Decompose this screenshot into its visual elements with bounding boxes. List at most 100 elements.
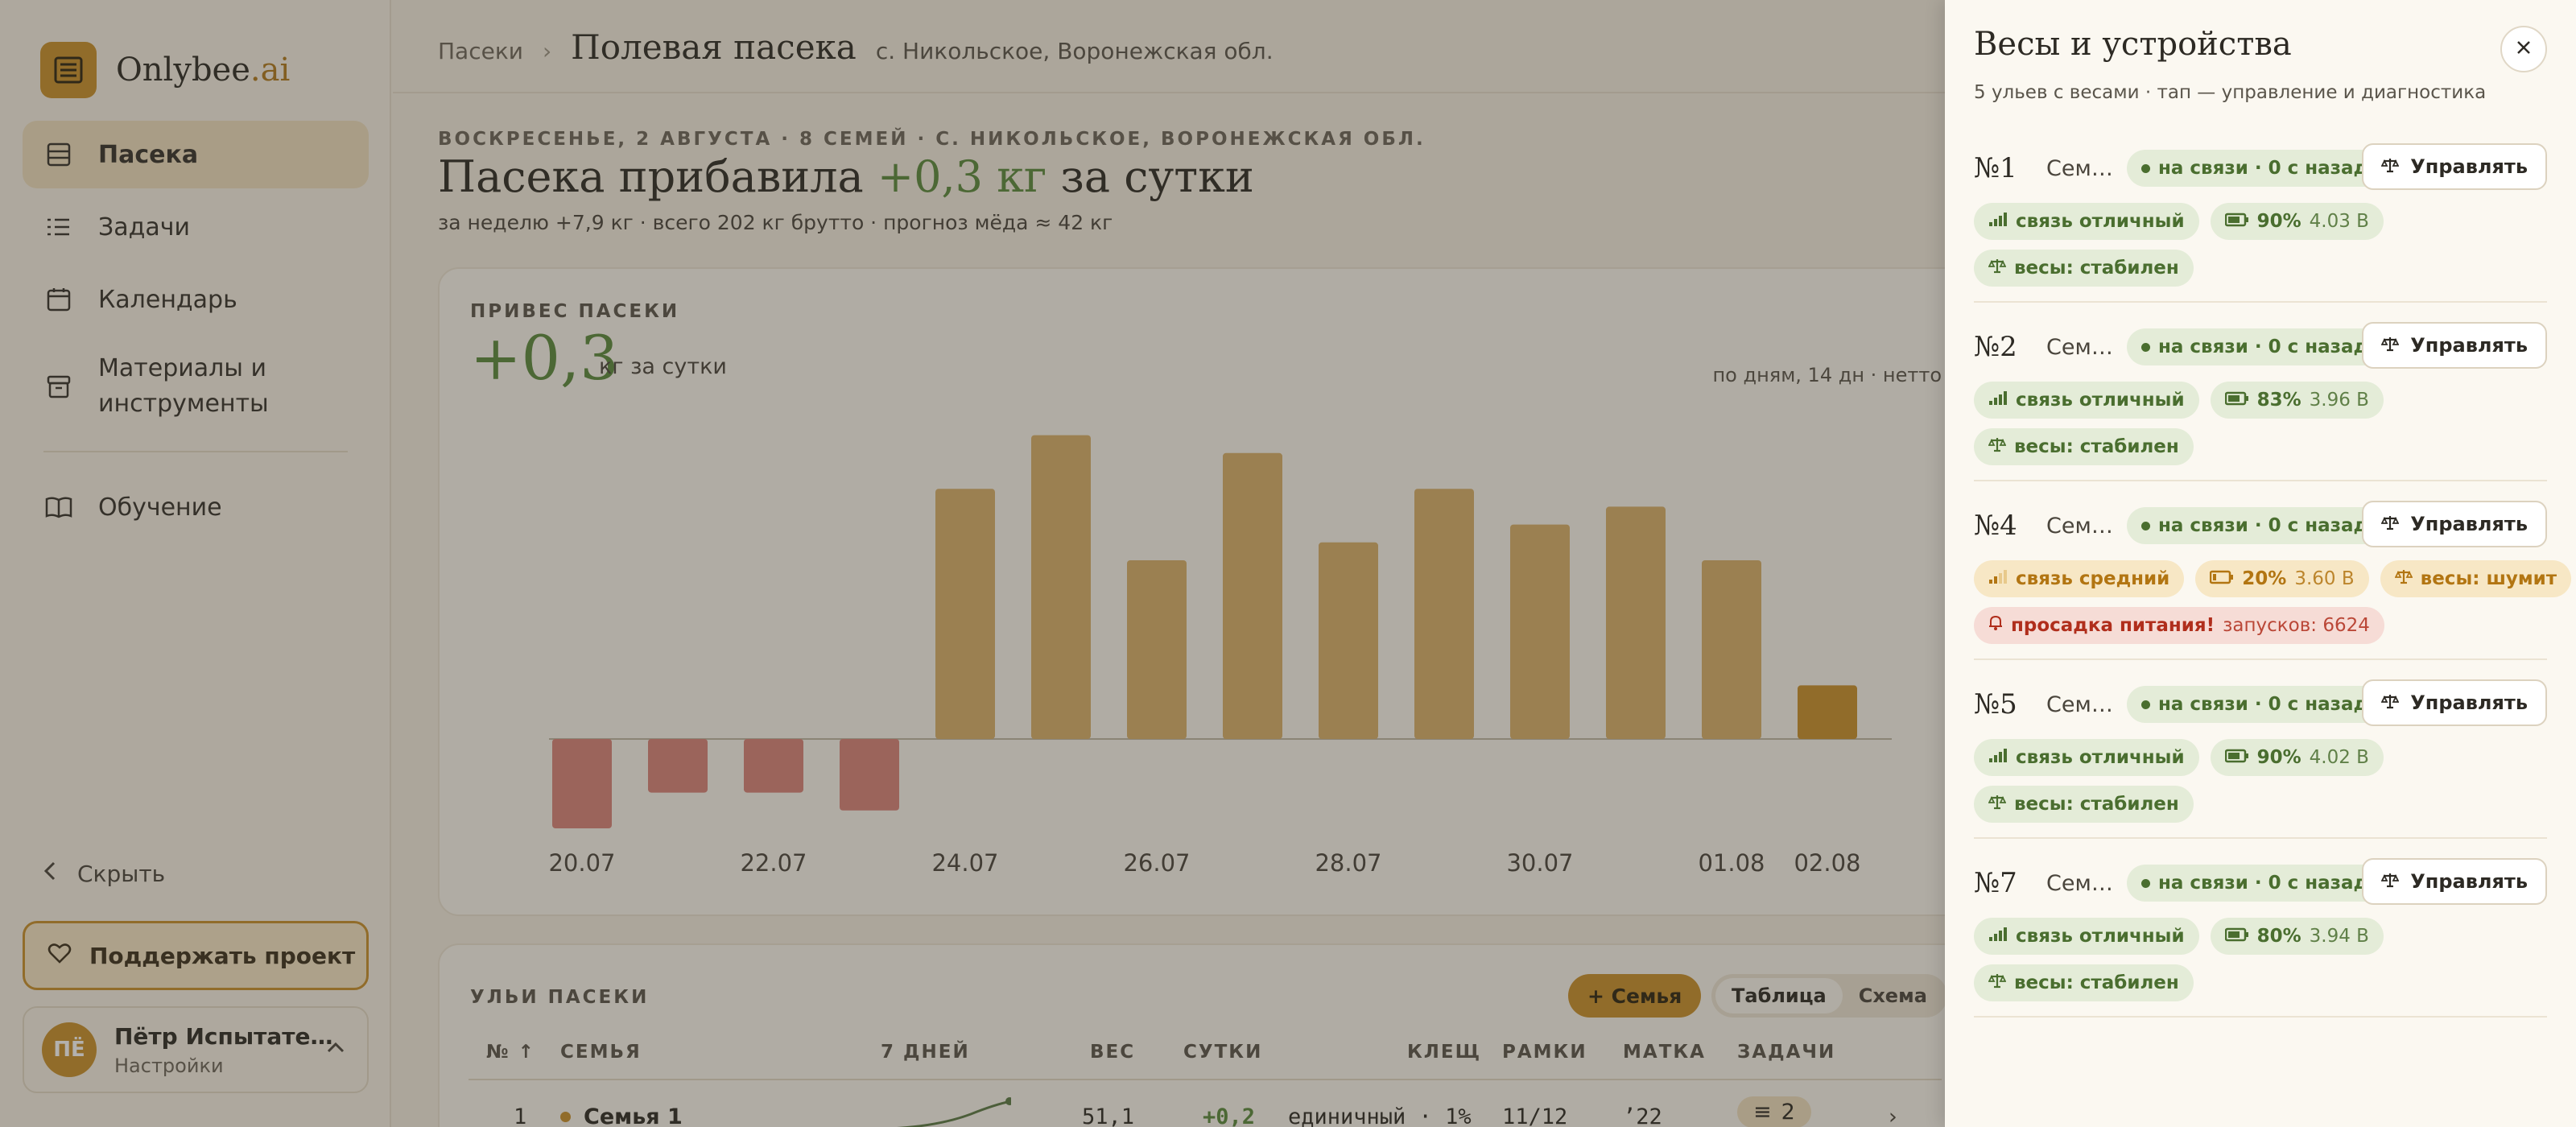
scale-state-badge: весы: стабилен <box>1974 428 2194 465</box>
signal-text: связь отличный <box>2016 747 2185 768</box>
online-dot-icon <box>2141 878 2150 888</box>
signal-text: связь отличный <box>2016 390 2185 411</box>
panel-title: Весы и устройства <box>1974 26 2292 63</box>
online-dot-icon <box>2141 700 2150 709</box>
device-family: Сем… <box>2046 691 2113 717</box>
device-family: Сем… <box>2046 513 2113 539</box>
device-status-text: на связи · 0 с назад <box>2158 158 2369 179</box>
scale-icon <box>1988 794 2007 815</box>
signal-icon <box>1988 211 2008 232</box>
manage-label: Управлять <box>2410 870 2528 893</box>
battery-badge: 90% 4.02 В <box>2210 739 2384 776</box>
scale-icon <box>2380 334 2400 357</box>
scale-icon <box>2380 155 2400 178</box>
battery-badge: 80% 3.94 В <box>2210 918 2384 955</box>
signal-badge: связь отличный <box>1974 203 2199 240</box>
signal-badge: связь отличный <box>1974 739 2199 776</box>
scale-state-text: весы: стабилен <box>2014 794 2179 815</box>
manage-device-button[interactable]: Управлять <box>2362 858 2547 905</box>
signal-text: связь средний <box>2016 568 2170 589</box>
signal-badge: связь средний <box>1974 560 2185 597</box>
signal-icon <box>1988 568 2008 589</box>
battery-icon <box>2210 568 2234 589</box>
device-card[interactable]: №5 Сем… на связи · 0 с назад Управлять с… <box>1974 675 2547 839</box>
online-dot-icon <box>2141 163 2150 173</box>
battery-percent: 90% <box>2256 211 2301 232</box>
online-dot-icon <box>2141 521 2150 530</box>
signal-badge: связь отличный <box>1974 918 2199 955</box>
manage-device-button[interactable]: Управлять <box>2362 322 2547 369</box>
signal-text: связь отличный <box>2016 211 2185 232</box>
battery-voltage: 3.94 В <box>2309 926 2369 947</box>
manage-device-button[interactable]: Управлять <box>2362 679 2547 726</box>
battery-badge: 90% 4.03 В <box>2210 203 2384 240</box>
device-hive-number: №5 <box>1974 688 2017 720</box>
manage-device-button[interactable]: Управлять <box>2362 501 2547 547</box>
scale-state-badge: весы: стабилен <box>1974 786 2194 823</box>
signal-icon <box>1988 747 2008 768</box>
battery-voltage: 3.60 В <box>2294 568 2355 589</box>
scale-state-text: весы: шумит <box>2420 568 2557 589</box>
device-status-text: на связи · 0 с назад <box>2158 694 2369 715</box>
device-status-text: на связи · 0 с назад <box>2158 873 2369 894</box>
bell-icon <box>1988 615 2003 636</box>
close-panel-button[interactable] <box>2500 26 2547 72</box>
battery-voltage: 3.96 В <box>2309 390 2369 411</box>
manage-label: Управлять <box>2410 513 2528 535</box>
device-family: Сем… <box>2046 870 2113 896</box>
scale-icon <box>1988 436 2007 457</box>
manage-device-button[interactable]: Управлять <box>2362 143 2547 190</box>
device-status-badge: на связи · 0 с назад <box>2127 507 2384 544</box>
scale-icon <box>2380 513 2400 535</box>
device-family: Сем… <box>2046 155 2113 181</box>
scale-icon <box>2394 568 2413 589</box>
power-alert-extra: запусков: 6624 <box>2223 615 2370 636</box>
devices-panel: Весы и устройства 5 ульев с весами · тап… <box>1945 0 2576 1127</box>
battery-percent: 90% <box>2256 747 2301 768</box>
device-hive-number: №7 <box>1974 867 2017 899</box>
manage-label: Управлять <box>2410 334 2528 357</box>
signal-icon <box>1988 926 2008 947</box>
devices-list: №1 Сем… на связи · 0 с назад Управлять с… <box>1974 138 2572 1032</box>
scale-state-badge: весы: шумит <box>2380 560 2572 597</box>
device-status-badge: на связи · 0 с назад <box>2127 865 2384 902</box>
device-card[interactable]: №4 Сем… на связи · 0 с назад Управлять с… <box>1974 496 2572 660</box>
scale-icon <box>1988 972 2007 993</box>
manage-label: Управлять <box>2410 691 2528 714</box>
device-hive-number: №2 <box>1974 331 2017 363</box>
scale-state-text: весы: стабилен <box>2014 436 2179 457</box>
scale-icon <box>2380 691 2400 714</box>
modal-backdrop[interactable] <box>0 0 1945 1127</box>
scale-state-badge: весы: стабилен <box>1974 964 2194 1001</box>
device-status-text: на связи · 0 с назад <box>2158 336 2369 357</box>
scale-state-text: весы: стабилен <box>2014 258 2179 279</box>
device-status-badge: на связи · 0 с назад <box>2127 150 2384 187</box>
device-card[interactable]: №7 Сем… на связи · 0 с назад Управлять с… <box>1974 853 2547 1018</box>
battery-percent: 83% <box>2256 390 2301 411</box>
device-family: Сем… <box>2046 334 2113 360</box>
device-status-text: на связи · 0 с назад <box>2158 515 2369 536</box>
device-card[interactable]: №2 Сем… на связи · 0 с назад Управлять с… <box>1974 317 2547 481</box>
device-hive-number: №4 <box>1974 510 2017 542</box>
scale-state-text: весы: стабилен <box>2014 972 2179 993</box>
scale-state-badge: весы: стабилен <box>1974 250 2194 287</box>
battery-icon <box>2224 390 2249 411</box>
power-alert-text: просадка питания! <box>2011 615 2215 636</box>
battery-icon <box>2224 211 2249 232</box>
manage-label: Управлять <box>2410 155 2528 178</box>
device-hive-number: №1 <box>1974 152 2017 184</box>
battery-percent: 20% <box>2242 568 2287 589</box>
online-dot-icon <box>2141 342 2150 352</box>
battery-badge: 83% 3.96 В <box>2210 382 2384 419</box>
device-status-badge: на связи · 0 с назад <box>2127 328 2384 365</box>
device-card[interactable]: №1 Сем… на связи · 0 с назад Управлять с… <box>1974 138 2547 303</box>
device-status-badge: на связи · 0 с назад <box>2127 686 2384 723</box>
signal-icon <box>1988 390 2008 411</box>
signal-text: связь отличный <box>2016 926 2185 947</box>
battery-badge: 20% 3.60 В <box>2195 560 2369 597</box>
scale-icon <box>1988 258 2007 279</box>
battery-voltage: 4.03 В <box>2309 211 2369 232</box>
battery-icon <box>2224 926 2249 947</box>
scale-icon <box>2380 870 2400 893</box>
close-icon <box>2515 39 2533 60</box>
